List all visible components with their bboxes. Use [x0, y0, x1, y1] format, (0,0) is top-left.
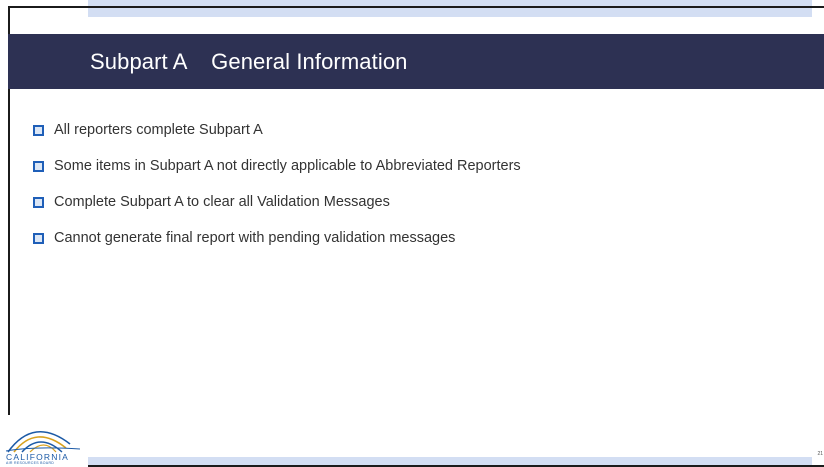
bullet-item: Complete Subpart A to clear all Validati… [33, 192, 521, 212]
top-accent-band [88, 0, 812, 17]
bullet-text: Cannot generate final report with pendin… [54, 230, 456, 246]
bullet-item: All reporters complete Subpart A [33, 120, 521, 140]
bullet-text: All reporters complete Subpart A [54, 122, 263, 138]
bullet-text: Some items in Subpart A not directly app… [54, 158, 521, 174]
top-rule-line [8, 6, 824, 8]
carb-logo: CALIFORNIA AIR RESOURCES BOARD [4, 418, 88, 466]
arb-arch-logo-icon [5, 430, 81, 453]
slide-title: Subpart A General Information [90, 48, 408, 74]
square-bullet-icon [33, 196, 44, 208]
square-bullet-icon [33, 124, 44, 136]
bullet-item: Cannot generate final report with pendin… [33, 228, 521, 248]
logo-subtitle: AIR RESOURCES BOARD [6, 461, 55, 465]
bullet-text: Complete Subpart A to clear all Validati… [54, 194, 390, 210]
title-bar: Subpart A General Information [8, 34, 824, 89]
square-bullet-icon [33, 232, 44, 244]
bullet-item: Some items in Subpart A not directly app… [33, 156, 521, 176]
bullet-list: All reporters complete Subpart A Some it… [33, 120, 521, 264]
square-bullet-icon [33, 160, 44, 172]
page-number: 21 [817, 451, 823, 457]
